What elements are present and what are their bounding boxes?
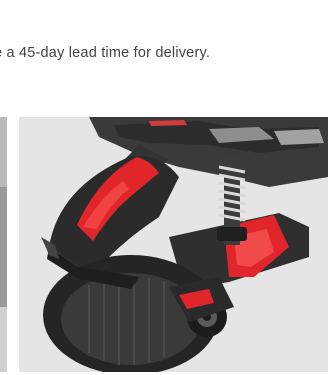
rear-wheel-suspension-image[interactable] (19, 117, 328, 372)
delivery-notice: e a 45-day lead time for delivery. (0, 45, 211, 61)
previous-product-image[interactable] (0, 117, 7, 372)
